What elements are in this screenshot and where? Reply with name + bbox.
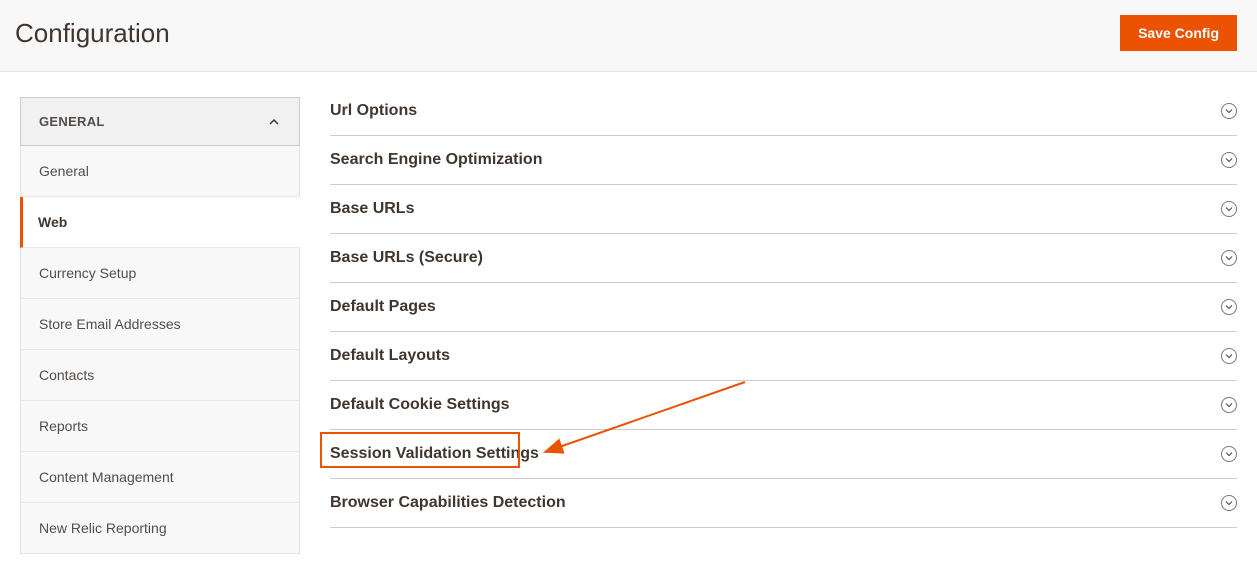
section-search-engine-optimization[interactable]: Search Engine Optimization [330,136,1237,185]
sidebar-item-content-management[interactable]: Content Management [21,452,299,503]
sidebar-group-general[interactable]: GENERAL [20,97,300,146]
section-url-options[interactable]: Url Options [330,97,1237,136]
section-session-validation-settings[interactable]: Session Validation Settings [330,430,1237,479]
expand-icon [1221,397,1237,413]
expand-icon [1221,152,1237,168]
expand-icon [1221,103,1237,119]
sidebar-items: General Web Currency Setup Store Email A… [20,146,300,554]
page-header: Configuration Save Config [0,0,1257,72]
sidebar-group-title: GENERAL [39,114,105,129]
sidebar-item-reports[interactable]: Reports [21,401,299,452]
expand-icon [1221,299,1237,315]
section-browser-capabilities-detection[interactable]: Browser Capabilities Detection [330,479,1237,528]
main-panel: Url Options Search Engine Optimization B… [330,97,1237,554]
sidebar-item-currency-setup[interactable]: Currency Setup [21,248,299,299]
expand-icon [1221,495,1237,511]
page-title: Configuration [15,18,170,49]
chevron-up-icon [267,115,281,129]
section-label: Default Layouts [330,347,450,365]
section-base-urls[interactable]: Base URLs [330,185,1237,234]
expand-icon [1221,348,1237,364]
sidebar-item-web[interactable]: Web [20,197,300,248]
section-label: Default Pages [330,298,436,316]
section-label: Default Cookie Settings [330,396,510,414]
expand-icon [1221,250,1237,266]
section-default-layouts[interactable]: Default Layouts [330,332,1237,381]
section-label: Browser Capabilities Detection [330,494,566,512]
section-default-cookie-settings[interactable]: Default Cookie Settings [330,381,1237,430]
section-label: Base URLs (Secure) [330,249,483,267]
section-label: Search Engine Optimization [330,151,542,169]
section-label: Url Options [330,102,417,120]
content-area: GENERAL General Web Currency Setup Store… [0,72,1257,554]
save-config-button[interactable]: Save Config [1120,15,1237,51]
sidebar-item-general[interactable]: General [21,146,299,197]
section-base-urls-secure[interactable]: Base URLs (Secure) [330,234,1237,283]
sidebar-item-new-relic-reporting[interactable]: New Relic Reporting [21,503,299,553]
expand-icon [1221,201,1237,217]
section-label: Session Validation Settings [330,445,539,463]
sidebar: GENERAL General Web Currency Setup Store… [20,97,300,554]
sidebar-item-contacts[interactable]: Contacts [21,350,299,401]
section-label: Base URLs [330,200,414,218]
section-default-pages[interactable]: Default Pages [330,283,1237,332]
sidebar-item-store-email-addresses[interactable]: Store Email Addresses [21,299,299,350]
expand-icon [1221,446,1237,462]
